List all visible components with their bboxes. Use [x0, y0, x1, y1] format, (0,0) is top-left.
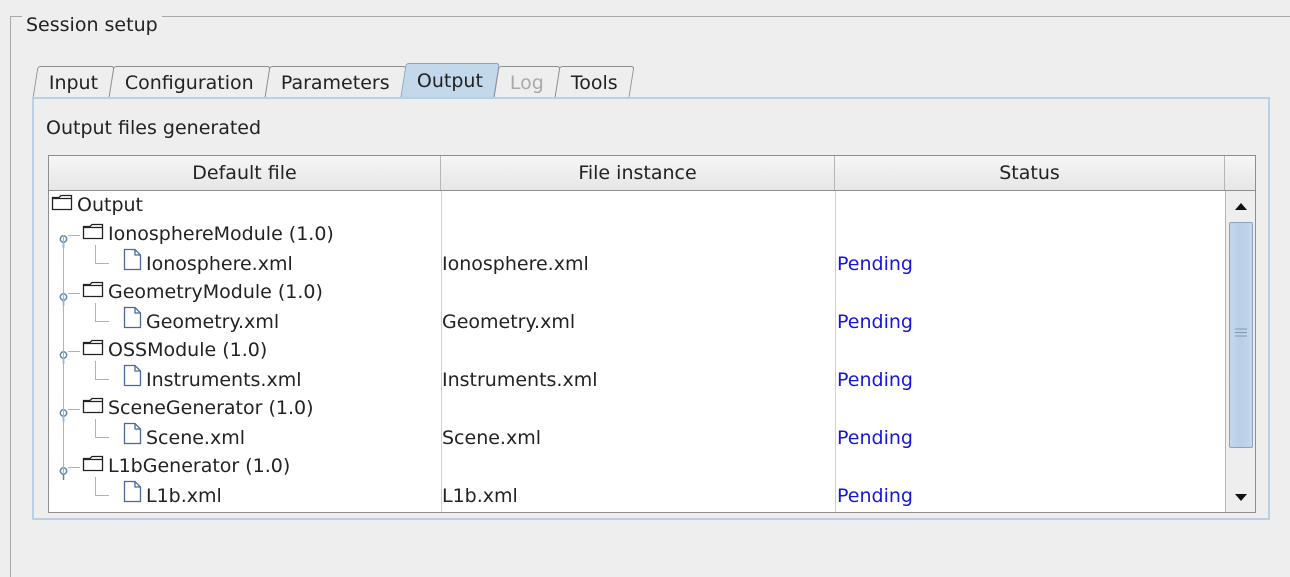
tree-connector — [95, 379, 109, 380]
status-cell: Pending — [837, 427, 913, 449]
tree-row-file[interactable]: Ionosphere.xml Ionosphere.xml Pending — [49, 245, 1225, 280]
file-icon — [123, 248, 142, 276]
header-corner — [1225, 156, 1255, 190]
output-files-table: Default file File instance Status Output… — [48, 155, 1256, 513]
tab-label: Parameters — [280, 71, 390, 94]
node-text: Instruments.xml — [146, 369, 302, 391]
tree-trunk-line — [63, 235, 64, 473]
tree-connector — [68, 467, 80, 468]
tree-connector — [95, 263, 109, 264]
folder-icon — [82, 223, 104, 245]
tree-connector — [68, 235, 80, 236]
tree-node-label: SceneGenerator (1.0) — [82, 397, 314, 419]
vertical-scrollbar[interactable] — [1225, 191, 1255, 512]
tree-node-label: Scene.xml — [123, 422, 245, 450]
node-text: GeometryModule (1.0) — [108, 281, 323, 303]
file-icon — [123, 480, 142, 508]
scrollbar-thumb[interactable] — [1229, 222, 1253, 448]
column-header-status[interactable]: Status — [835, 156, 1225, 190]
tree-node-label: Output — [51, 194, 143, 216]
table-header: Default file File instance Status — [49, 156, 1255, 191]
tree-connector — [95, 245, 96, 263]
tree-connector — [95, 495, 109, 496]
tree-connector — [95, 303, 96, 321]
tree-connector — [95, 321, 109, 322]
tree-row-root[interactable]: Output — [49, 193, 1225, 222]
tree-node-label: GeometryModule (1.0) — [82, 281, 323, 303]
tree-connector — [68, 409, 80, 410]
tab-bar: Input Configuration Parameters Output Lo… — [32, 63, 635, 98]
tab-tools[interactable]: Tools — [554, 66, 635, 98]
tree-row-file[interactable]: Instruments.xml Instruments.xml Pending — [49, 361, 1225, 396]
file-icon — [123, 364, 142, 392]
tab-output[interactable]: Output — [400, 63, 500, 98]
tree-node-label: IonosphereModule (1.0) — [82, 223, 334, 245]
tree-row-file[interactable]: Geometry.xml Geometry.xml Pending — [49, 303, 1225, 338]
tab-label: Log — [509, 71, 544, 94]
file-instance-cell: Ionosphere.xml — [442, 253, 589, 275]
folder-icon — [82, 397, 104, 419]
tree-connector — [95, 419, 96, 437]
status-cell: Pending — [837, 253, 913, 275]
node-text: Ionosphere.xml — [146, 253, 293, 275]
tree-node-label: Geometry.xml — [123, 306, 279, 334]
node-text: Scene.xml — [146, 427, 245, 449]
tree-connector — [95, 361, 96, 379]
tree-node-label: OSSModule (1.0) — [82, 339, 267, 361]
file-instance-cell: Scene.xml — [442, 427, 541, 449]
tree-connector — [95, 477, 96, 495]
column-header-default-file[interactable]: Default file — [49, 156, 441, 190]
node-text: L1b.xml — [146, 485, 222, 507]
tree-node-label: Ionosphere.xml — [123, 248, 293, 276]
file-instance-cell: Geometry.xml — [442, 311, 576, 333]
tree-node-label: L1b.xml — [123, 480, 222, 508]
tree-row-module[interactable]: IonosphereModule (1.0) — [49, 222, 1225, 251]
group-title: Session setup — [22, 14, 162, 36]
tab-label: Input — [48, 71, 99, 94]
node-text: Geometry.xml — [146, 311, 280, 333]
tab-log: Log — [493, 66, 561, 98]
tab-label: Output — [416, 70, 483, 92]
tree-row-module[interactable]: GeometryModule (1.0) — [49, 280, 1225, 309]
file-icon — [123, 306, 142, 334]
tree-node-label: Instruments.xml — [123, 364, 302, 392]
file-icon — [123, 422, 142, 450]
node-text: L1bGenerator (1.0) — [108, 455, 291, 477]
tab-input[interactable]: Input — [32, 66, 115, 98]
tree-row-file[interactable]: L1b.xml L1b.xml Pending — [49, 477, 1225, 512]
folder-icon — [82, 281, 104, 303]
node-text: Output — [77, 194, 143, 216]
tab-label: Tools — [570, 71, 618, 94]
tree-node-label: L1bGenerator (1.0) — [82, 455, 290, 477]
tree-row-module[interactable]: SceneGenerator (1.0) — [49, 396, 1225, 425]
status-cell: Pending — [837, 369, 913, 391]
status-cell: Pending — [837, 485, 913, 507]
tree-connector — [68, 351, 80, 352]
tree-row-file[interactable]: Scene.xml Scene.xml Pending — [49, 419, 1225, 454]
folder-icon — [51, 194, 73, 216]
arrow-up-icon[interactable] — [1226, 191, 1255, 221]
tree-row-module[interactable]: OSSModule (1.0) — [49, 338, 1225, 367]
file-instance-cell: Instruments.xml — [442, 369, 598, 391]
node-text: OSSModule (1.0) — [108, 339, 268, 361]
tab-configuration[interactable]: Configuration — [108, 66, 271, 98]
node-text: SceneGenerator (1.0) — [108, 397, 314, 419]
tab-label: Configuration — [125, 71, 254, 94]
panel-heading: Output files generated — [46, 117, 262, 139]
tree-connector — [68, 293, 80, 294]
tree-connector — [95, 437, 109, 438]
tab-parameters[interactable]: Parameters — [264, 66, 407, 98]
column-header-file-instance[interactable]: File instance — [441, 156, 835, 190]
status-cell: Pending — [837, 311, 913, 333]
node-text: IonosphereModule (1.0) — [108, 223, 334, 245]
folder-icon — [82, 339, 104, 361]
arrow-down-icon[interactable] — [1226, 482, 1255, 512]
tree-row-module[interactable]: L1bGenerator (1.0) — [49, 454, 1225, 483]
folder-icon — [82, 455, 104, 477]
file-instance-cell: L1b.xml — [442, 485, 518, 507]
